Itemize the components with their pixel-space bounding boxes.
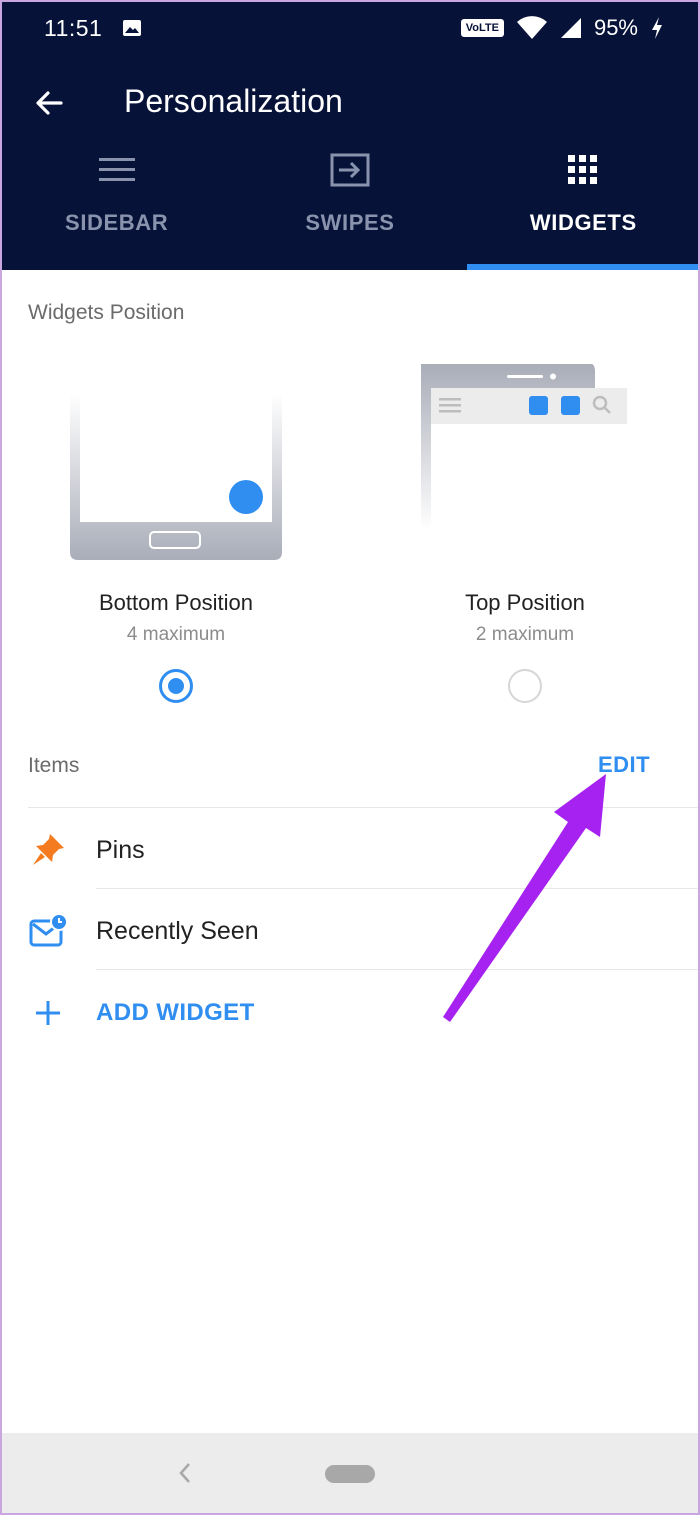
- bottom-position-option[interactable]: Bottom Position 4 maximum: [26, 360, 326, 710]
- wifi-icon: [516, 16, 547, 39]
- plus-icon: [36, 1001, 60, 1025]
- tab-sidebar[interactable]: SIDEBAR: [0, 140, 233, 270]
- nav-home-button[interactable]: [325, 1465, 375, 1483]
- battery-level: 95%: [593, 15, 638, 40]
- bottom-position-label: Bottom Position: [98, 590, 254, 615]
- bottom-position-max: 4 maximum: [126, 624, 226, 645]
- tab-label: SIDEBAR: [65, 210, 169, 235]
- add-widget-label: ADD WIDGET: [96, 999, 255, 1026]
- list-item-label: Pins: [96, 835, 145, 864]
- top-position-label: Top Position: [465, 590, 585, 615]
- items-heading: Items: [28, 754, 80, 777]
- app-bar: Personalization SIDEBAR SWIPES WIDGETS: [0, 56, 700, 270]
- tab-label: WIDGETS: [529, 210, 637, 235]
- recent-mail-icon: [29, 913, 68, 947]
- annotation-arrow: [443, 774, 606, 1022]
- arrow-left-icon: [36, 91, 63, 115]
- chevron-left-icon: [179, 1463, 190, 1483]
- top-position-preview: [421, 364, 627, 530]
- top-position-option[interactable]: Top Position 2 maximum: [375, 360, 675, 710]
- menu-icon: [98, 158, 135, 181]
- navigation-bar: [0, 1433, 700, 1515]
- bottom-position-preview: [70, 394, 282, 560]
- tab-swipes[interactable]: SWIPES: [233, 140, 466, 270]
- top-position-max: 2 maximum: [475, 624, 575, 645]
- signal-icon: [560, 18, 581, 38]
- back-button[interactable]: [30, 84, 68, 122]
- widgets-position-heading: Widgets Position: [28, 301, 185, 324]
- swipe-icon: [330, 153, 370, 187]
- status-time: 11:51: [44, 14, 103, 41]
- volte-icon: VoLTE: [460, 19, 504, 37]
- tab-label: SWIPES: [305, 210, 395, 235]
- charging-icon: [652, 17, 662, 39]
- bottom-position-radio[interactable]: [159, 669, 193, 703]
- list-item-label: Recently Seen: [96, 916, 259, 945]
- status-bar: 11:51 VoLTE 95%: [0, 0, 700, 56]
- nav-back-button[interactable]: [170, 1457, 200, 1489]
- image-icon: [123, 20, 142, 36]
- status-icons: VoLTE 95%: [460, 15, 664, 41]
- page-title: Personalization: [124, 83, 343, 119]
- grid-icon: [568, 155, 598, 184]
- tab-widgets[interactable]: WIDGETS: [466, 140, 700, 270]
- pin-icon: [33, 834, 64, 865]
- top-position-radio[interactable]: [508, 669, 542, 703]
- tab-bar: SIDEBAR SWIPES WIDGETS: [0, 140, 700, 270]
